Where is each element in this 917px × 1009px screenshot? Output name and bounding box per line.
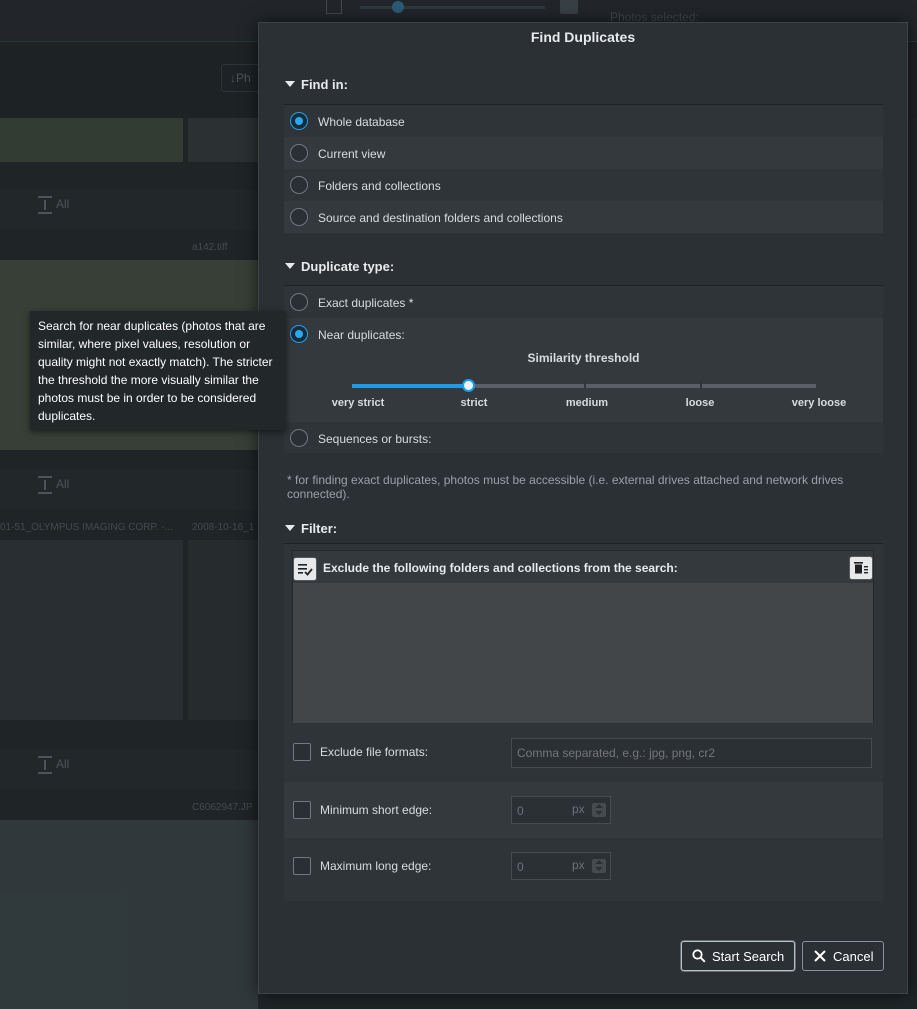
option-label: Exact duplicates * <box>318 296 414 310</box>
cancel-label: Cancel <box>833 948 874 964</box>
exclude-folders-header: Exclude the following folders and collec… <box>293 551 873 583</box>
duplicate-option-exact[interactable]: Exact duplicates * <box>284 286 883 318</box>
radio-source-destination[interactable] <box>290 208 308 226</box>
near-duplicates-tooltip: Search for near duplicates (photos that … <box>30 311 286 430</box>
exclude-folders-title: Exclude the following folders and collec… <box>323 561 678 575</box>
duplicate-option-near[interactable]: Near duplicates: Similarity threshold ve… <box>284 318 883 422</box>
option-label: Current view <box>318 147 386 161</box>
option-label: Near duplicates: <box>318 328 405 342</box>
exclude-folders-box: Exclude the following folders and collec… <box>292 550 874 723</box>
duplicate-option-sequences[interactable]: Sequences or bursts: <box>284 422 883 454</box>
slider-fill <box>352 384 468 388</box>
maximum-long-edge-input[interactable]: 0 px <box>511 852 611 880</box>
option-label: Sequences or bursts: <box>318 432 432 446</box>
radio-near-duplicates[interactable] <box>290 325 308 343</box>
unit-label: px <box>572 802 585 816</box>
collapse-triangle-icon <box>285 81 295 87</box>
maximum-long-edge-checkbox[interactable] <box>293 857 311 875</box>
exclude-file-formats-label: Exclude file formats: <box>320 745 429 759</box>
filter-heading: Filter: <box>301 521 338 536</box>
minimum-short-edge-checkbox[interactable] <box>293 801 311 819</box>
slider-tick <box>700 380 702 388</box>
find-in-option-current-view[interactable]: Current view <box>284 137 883 169</box>
dialog-title: Find Duplicates <box>530 29 636 45</box>
start-search-label: Start Search <box>712 948 785 964</box>
exclude-file-formats-row: Exclude file formats: <box>284 724 883 780</box>
radio-folders-collections[interactable] <box>290 176 308 194</box>
radio-whole-database[interactable] <box>290 112 308 130</box>
find-in-option-source-destination[interactable]: Source and destination folders and colle… <box>284 201 883 233</box>
minimum-short-edge-row: Minimum short edge: 0 px <box>284 782 883 838</box>
select-folders-icon[interactable] <box>293 557 317 581</box>
find-in-option-folders-collections[interactable]: Folders and collections <box>284 169 883 201</box>
similarity-threshold-title: Similarity threshold <box>527 351 640 365</box>
spinner-arrows-icon[interactable] <box>592 859 606 873</box>
similarity-threshold-slider[interactable]: very strict strict medium loose very loo… <box>284 379 883 414</box>
minimum-short-edge-label: Minimum short edge: <box>320 803 433 817</box>
duplicate-type-panel: Exact duplicates * Near duplicates: Simi… <box>284 285 883 453</box>
slider-knob[interactable] <box>462 379 475 392</box>
excluded-folders-list[interactable] <box>293 583 873 723</box>
trash-list-icon <box>854 562 868 574</box>
collapse-triangle-icon <box>285 263 295 269</box>
list-check-icon <box>298 564 313 576</box>
radio-current-view[interactable] <box>290 144 308 162</box>
duplicate-type-section-header[interactable]: Duplicate type: <box>285 259 394 274</box>
slider-label-medium: medium <box>565 397 609 409</box>
slider-label-strict: strict <box>460 397 488 409</box>
collapse-triangle-icon <box>285 525 295 531</box>
duplicate-type-heading: Duplicate type: <box>301 259 395 274</box>
start-search-button[interactable]: Start Search <box>681 941 796 971</box>
find-duplicates-dialog: Find Duplicates Find in: Whole database … <box>258 22 908 994</box>
exact-duplicates-note: * for finding exact duplicates, photos m… <box>287 473 844 501</box>
unit-label: px <box>572 858 585 872</box>
spinner-arrows-icon[interactable] <box>592 803 606 817</box>
find-in-section-header[interactable]: Find in: <box>285 77 348 92</box>
option-label: Source and destination folders and colle… <box>318 211 563 225</box>
minimum-short-edge-input[interactable]: 0 px <box>511 796 611 824</box>
exclude-file-formats-checkbox[interactable] <box>293 743 311 761</box>
radio-exact-duplicates[interactable] <box>290 293 308 311</box>
slider-tick <box>584 380 586 388</box>
find-in-heading: Find in: <box>301 77 348 92</box>
slider-track[interactable] <box>352 379 816 392</box>
filter-section-header[interactable]: Filter: <box>285 521 337 536</box>
cancel-button[interactable]: Cancel <box>802 941 885 971</box>
slider-label-very-loose: very loose <box>791 397 847 409</box>
clear-list-icon[interactable] <box>849 556 873 580</box>
find-in-option-whole-database[interactable]: Whole database <box>284 105 883 137</box>
radio-sequences-bursts[interactable] <box>290 429 308 447</box>
minimum-short-edge-value: 0 <box>517 804 524 818</box>
slider-label-loose: loose <box>685 397 715 409</box>
maximum-long-edge-label: Maximum long edge: <box>320 859 432 873</box>
option-label: Folders and collections <box>318 179 441 193</box>
close-icon <box>814 950 826 962</box>
option-label: Whole database <box>318 115 405 129</box>
maximum-long-edge-row: Maximum long edge: 0 px <box>284 838 883 894</box>
slider-label-very-strict: very strict <box>331 397 385 409</box>
maximum-long-edge-value: 0 <box>517 860 524 874</box>
exclude-file-formats-input[interactable] <box>511 738 872 768</box>
search-icon <box>692 949 706 963</box>
find-in-panel: Whole database Current view Folders and … <box>284 104 883 234</box>
